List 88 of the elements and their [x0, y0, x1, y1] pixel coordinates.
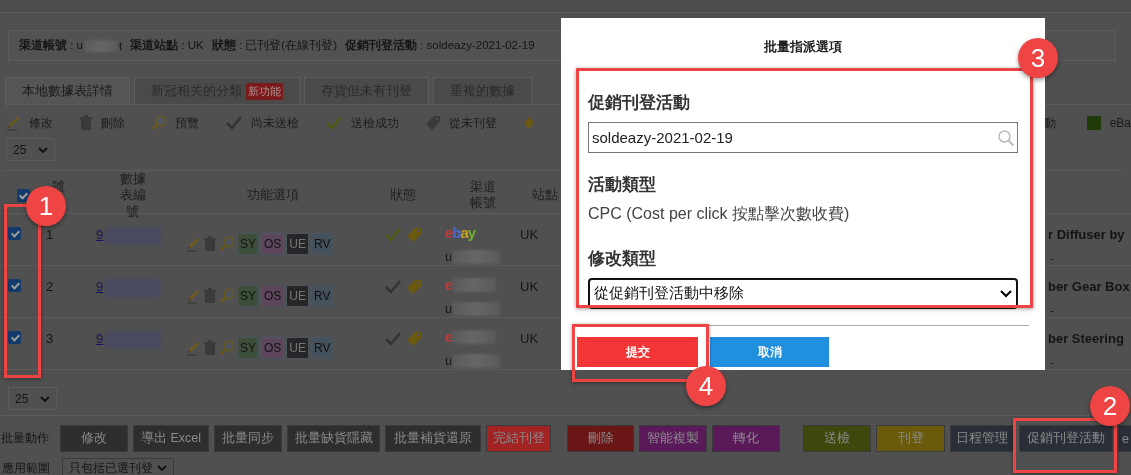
- field-label: 促銷刊登活動: [588, 92, 691, 114]
- row-number: 1: [46, 227, 54, 242]
- caret-icon: [38, 146, 49, 153]
- row-number: 3: [46, 331, 54, 346]
- square-icon: [1085, 115, 1102, 131]
- product-title: r Diffuser by: [1048, 227, 1125, 242]
- site-code: UK: [520, 331, 539, 346]
- batch-button[interactable]: 批量同步: [214, 425, 282, 452]
- row-number: 2: [46, 279, 54, 294]
- step-number: 4: [686, 366, 726, 406]
- diamond-icon: [523, 115, 535, 131]
- batch-button[interactable]: 修改: [60, 425, 128, 452]
- info-text: 促銷刊登活動 : soldeazy-2021-02-19: [345, 38, 535, 53]
- step-number: 2: [1090, 386, 1130, 426]
- submit-button[interactable]: 提交: [577, 337, 698, 367]
- info-text: 渠道帳號 : u: [19, 38, 83, 53]
- type-select[interactable]: 從促銷刊登活動中移除: [588, 278, 1018, 309]
- info-text: 渠道站點 : UK: [130, 38, 204, 53]
- batch-button[interactable]: 導出 Excel: [133, 425, 209, 452]
- batch-button[interactable]: 智能複製: [639, 425, 707, 452]
- function-tag[interactable]: OS: [261, 233, 285, 255]
- check-icon: [225, 115, 243, 131]
- pencil-icon: [185, 340, 201, 356]
- batch-button[interactable]: 送檢: [803, 425, 871, 452]
- page-size-select[interactable]: 25: [6, 138, 56, 161]
- field-value: CPC (Cost per click 按點擊次數收費): [588, 204, 851, 224]
- function-tag[interactable]: RV: [311, 285, 334, 307]
- check-icon: [325, 115, 343, 131]
- function-tag[interactable]: UE: [286, 233, 310, 255]
- dash: -: [1049, 304, 1054, 316]
- function-tag[interactable]: UE: [286, 285, 310, 307]
- batch-button[interactable]: e: [1118, 425, 1131, 452]
- function-tag[interactable]: SY: [237, 337, 259, 359]
- field-label: 活動類型: [588, 174, 657, 196]
- tag-icon: [405, 279, 422, 295]
- site-code: UK: [520, 279, 539, 294]
- ebay-logo: ebay: [445, 224, 476, 241]
- site-code: UK: [520, 227, 539, 242]
- batch-button[interactable]: 刪除: [567, 425, 634, 452]
- checkbox[interactable]: [8, 227, 21, 240]
- function-tag[interactable]: UE: [286, 337, 310, 359]
- caret-icon: [1000, 289, 1012, 298]
- batch-button[interactable]: 轉化: [712, 425, 780, 452]
- pencil-icon: [185, 288, 201, 304]
- record-link[interactable]: 9: [96, 279, 104, 294]
- batch-button[interactable]: 刊登: [876, 425, 945, 452]
- cancel-button[interactable]: 取消: [710, 337, 829, 367]
- ebay-logo: e: [445, 276, 453, 293]
- function-tag[interactable]: OS: [261, 285, 285, 307]
- record-link[interactable]: 9: [96, 331, 104, 346]
- checkbox[interactable]: [8, 279, 21, 292]
- account-name: u: [445, 249, 453, 264]
- batch-button[interactable]: 批量缺貨隱藏: [287, 425, 380, 452]
- tag-icon: [405, 227, 422, 243]
- search-icon: [997, 128, 1015, 147]
- page-size-select[interactable]: 25: [8, 387, 58, 410]
- new-badge: 新功能: [246, 82, 283, 100]
- checkbox[interactable]: [16, 188, 30, 202]
- search-icon: [151, 115, 167, 131]
- account-name: u: [445, 301, 453, 316]
- search-icon: [219, 340, 235, 356]
- pencil-icon: [5, 115, 21, 131]
- search-icon: [219, 288, 235, 304]
- product-title: ber Steering: [1048, 331, 1124, 346]
- ebay-logo: e: [445, 328, 453, 345]
- product-title: ber Gear Box: [1048, 279, 1130, 294]
- pencil-icon: [185, 236, 201, 252]
- dash: -: [1049, 356, 1054, 368]
- info-text: t: [119, 39, 123, 52]
- record-link[interactable]: 9: [96, 227, 104, 242]
- tag-icon: [405, 331, 422, 347]
- caret-icon: [157, 465, 167, 471]
- function-tag[interactable]: RV: [311, 233, 334, 255]
- function-tag[interactable]: SY: [237, 285, 259, 307]
- caret-icon: [40, 395, 51, 402]
- search-icon: [219, 236, 235, 252]
- function-tag[interactable]: OS: [261, 337, 285, 359]
- batch-button[interactable]: 完結刊登: [486, 425, 551, 452]
- batch-button[interactable]: 批量補貨還原: [385, 425, 481, 452]
- field-label: 修改類型: [588, 248, 657, 270]
- batch-button[interactable]: 日程管理: [950, 425, 1014, 452]
- function-tag[interactable]: RV: [311, 337, 334, 359]
- account-name: u: [445, 353, 453, 368]
- function-tag[interactable]: SY: [237, 233, 259, 255]
- batch-button[interactable]: 促銷刊登活動: [1019, 425, 1113, 452]
- checkbox[interactable]: [8, 331, 21, 344]
- dash: -: [1049, 252, 1054, 264]
- search-field[interactable]: soldeazy-2021-02-19: [588, 122, 1018, 153]
